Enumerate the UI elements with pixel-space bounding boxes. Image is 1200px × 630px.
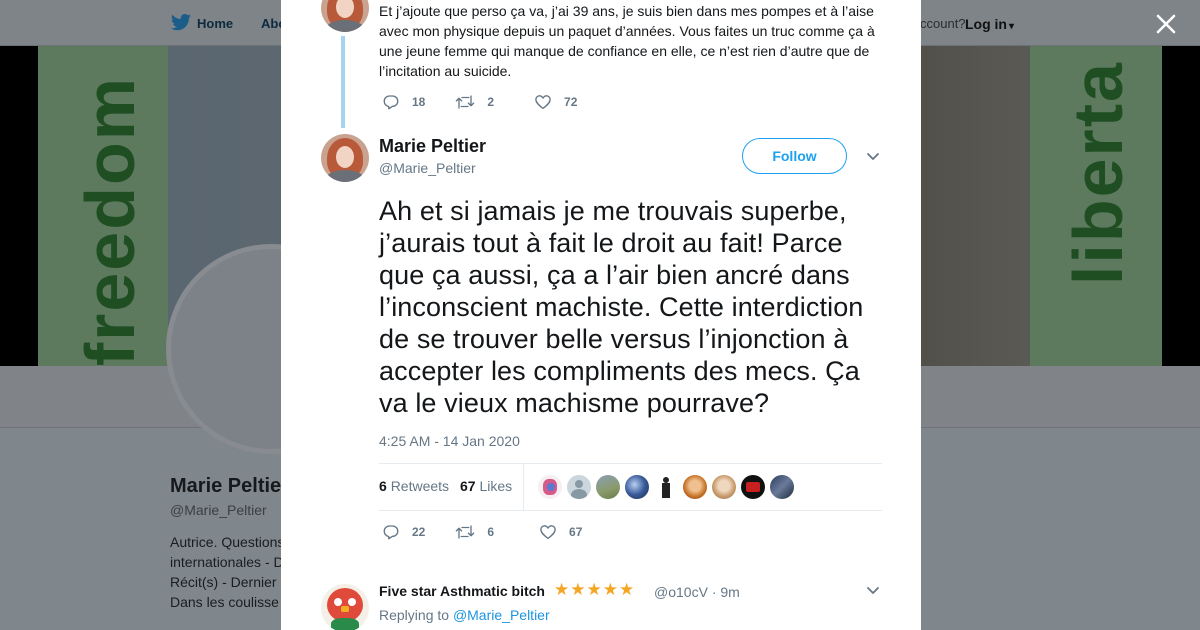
heart-icon	[540, 525, 556, 540]
author-avatar[interactable]	[321, 134, 369, 182]
nav-account-text: ccount?	[920, 16, 966, 31]
likes-stat[interactable]: 67 Likes	[460, 478, 512, 494]
parent-tweet-text: Et j’ajoute que perso ça va, j’ai 39 ans…	[379, 3, 875, 79]
like-button[interactable]: 72	[534, 93, 577, 111]
reply-button[interactable]: 22	[382, 523, 425, 541]
divider	[523, 464, 524, 510]
retweet-button[interactable]: 6	[455, 523, 494, 541]
likers-avatar-row	[538, 475, 799, 499]
liker-avatar[interactable]	[712, 475, 736, 499]
login-label: Log in	[965, 16, 1007, 32]
heart-icon	[535, 95, 551, 110]
bio-line: Dans les coulisse	[170, 594, 279, 610]
chevron-down-icon[interactable]	[866, 151, 880, 163]
liker-avatar[interactable]	[654, 475, 678, 499]
retweet-count: 2	[487, 95, 495, 109]
bio-line: internationales - D	[170, 554, 284, 570]
parent-tweet-actions: 18 2 72	[382, 93, 577, 111]
profile-handle: @Marie_Peltier	[170, 502, 267, 518]
reply-icon	[383, 95, 399, 110]
liker-avatar[interactable]	[538, 475, 562, 499]
retweet-count: 6	[487, 525, 495, 539]
liker-avatar[interactable]	[683, 475, 707, 499]
retweets-stat-count: 6	[379, 478, 387, 494]
liker-avatar[interactable]	[567, 475, 591, 499]
nav-home-link[interactable]: Home	[197, 16, 233, 31]
reply-author-avatar[interactable]	[321, 584, 369, 630]
tweet-modal: Et j’ajoute que perso ça va, j’ai 39 ans…	[281, 0, 921, 630]
author-handle[interactable]: @Marie_Peltier	[379, 160, 476, 176]
replying-to-line: Replying to @Marie_Peltier	[379, 607, 550, 623]
follow-button[interactable]: Follow	[742, 138, 847, 174]
reply-count: 18	[412, 95, 426, 109]
banner-right-text: liberta	[1059, 61, 1137, 286]
likes-stat-count: 67	[460, 478, 476, 494]
nav-login-link[interactable]: Log in ▾	[965, 16, 1014, 32]
reply-count: 22	[412, 525, 426, 539]
liker-avatar[interactable]	[741, 475, 765, 499]
close-icon[interactable]	[1152, 10, 1180, 38]
reply-button[interactable]: 18	[382, 93, 425, 111]
reply-author-name[interactable]: Five star Asthmatic bitch	[379, 583, 545, 599]
replying-to-handle-link[interactable]: @Marie_Peltier	[453, 607, 550, 623]
retweet-button[interactable]: 2	[455, 93, 494, 111]
caret-down-icon: ▾	[1009, 21, 1015, 32]
profile-name: Marie Peltie	[170, 475, 282, 497]
author-name[interactable]: Marie Peltier	[379, 136, 486, 157]
reply-time[interactable]: · 9m	[712, 584, 740, 600]
divider	[379, 510, 882, 511]
retweet-icon	[456, 95, 475, 109]
star-emoji-icon: ★★★★★	[554, 580, 636, 599]
reply-icon	[383, 525, 399, 540]
liker-avatar[interactable]	[596, 475, 620, 499]
retweets-stat[interactable]: 6 Retweets	[379, 478, 449, 494]
profile-bio: Autrice. Questions internationales - D R…	[170, 532, 285, 612]
likes-stat-label: Likes	[479, 478, 513, 494]
thread-connector-line	[341, 36, 345, 128]
like-count: 72	[564, 95, 578, 109]
liker-avatar[interactable]	[625, 475, 649, 499]
tweet-actions: 22 6 67	[382, 523, 582, 541]
liker-avatar[interactable]	[770, 475, 794, 499]
divider	[379, 463, 882, 464]
tweet-text: Ah et si jamais je me trouvais superbe, …	[379, 196, 864, 418]
reply-author-handle[interactable]: @o10cV	[654, 584, 708, 600]
twitter-bird-icon	[170, 14, 192, 31]
profile-card: Marie Peltie @Marie_Peltier Autrice. Que…	[170, 475, 285, 612]
reply-author-meta: @o10cV · 9m	[654, 584, 740, 600]
parent-tweet-avatar[interactable]	[321, 0, 369, 32]
replying-to-label: Replying to	[379, 607, 450, 623]
chevron-down-icon[interactable]	[866, 585, 880, 597]
retweets-stat-label: Retweets	[390, 478, 450, 494]
tweet-timestamp[interactable]: 4:25 AM - 14 Jan 2020	[379, 433, 520, 449]
bio-line: Récit(s) - Dernier	[170, 574, 277, 590]
like-count: 67	[569, 525, 583, 539]
like-button[interactable]: 67	[539, 523, 582, 541]
bio-line: Autrice. Questions	[170, 534, 285, 550]
retweet-icon	[456, 525, 475, 539]
banner-left-text: freedom	[71, 76, 149, 367]
